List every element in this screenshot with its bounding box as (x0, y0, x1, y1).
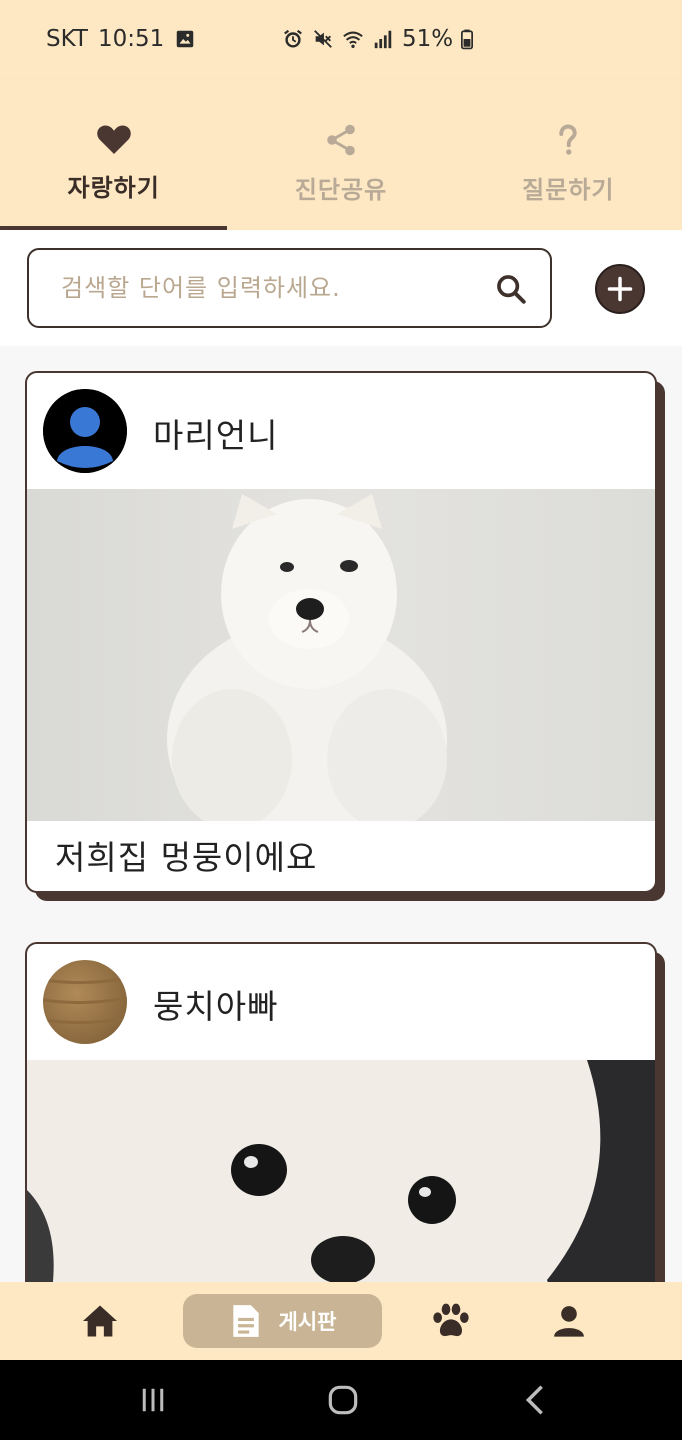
back-button[interactable] (520, 1382, 550, 1418)
post-header: 뭉치아빠 (27, 944, 655, 1060)
share-icon (327, 124, 355, 156)
wifi-icon (343, 31, 363, 48)
search-box (27, 248, 552, 328)
bottom-nav: 게시판 (0, 1282, 682, 1360)
mute-icon (314, 30, 332, 48)
post-card-body[interactable]: 뭉치아빠 (25, 942, 657, 1282)
tab-label: 자랑하기 (67, 174, 160, 202)
user-avatar-icon (43, 389, 127, 473)
clock-text: 10:51 (97, 26, 165, 52)
post-card-body[interactable]: 마리언니 저희집 멍뭉이에요 (25, 371, 657, 893)
tab-ask-question[interactable]: 질문하기 (455, 80, 682, 230)
post-photo[interactable] (27, 489, 655, 821)
add-post-button[interactable] (595, 264, 645, 314)
tab-label: 진단공유 (294, 176, 388, 204)
paw-icon (433, 1303, 469, 1337)
gallery-notification-icon (177, 30, 194, 48)
home-circle-icon (328, 1385, 358, 1415)
alarm-icon (284, 29, 302, 48)
recent-apps-icon (142, 1388, 164, 1412)
post-card[interactable]: 마리언니 저희집 멍뭉이에요 (25, 371, 665, 901)
plus-icon (607, 276, 633, 302)
nav-pets[interactable] (428, 1294, 474, 1348)
signal-icon (374, 30, 392, 49)
tab-label: 질문하기 (522, 176, 615, 204)
post-card[interactable]: 뭉치아빠 (25, 942, 665, 1282)
document-icon (232, 1305, 259, 1337)
home-system-button[interactable] (325, 1382, 361, 1418)
post-feed[interactable]: 마리언니 저희집 멍뭉이에요 뭉치아빠 (0, 346, 682, 1282)
nav-profile[interactable] (548, 1294, 590, 1348)
post-header: 마리언니 (27, 373, 655, 489)
back-chevron-icon (525, 1385, 543, 1415)
avatar[interactable] (43, 389, 127, 473)
search-icon[interactable] (494, 272, 528, 306)
nav-board-label: 게시판 (278, 1310, 337, 1334)
nav-home[interactable] (75, 1294, 125, 1348)
battery-icon (461, 29, 474, 50)
top-tab-bar: 자랑하기 진단공유 질문하기 (0, 80, 682, 230)
post-caption: 저희집 멍뭉이에요 (55, 838, 318, 877)
tab-diagnosis-share[interactable]: 진단공유 (227, 80, 454, 230)
post-author[interactable]: 마리언니 (153, 409, 278, 457)
home-icon (83, 1305, 117, 1337)
wood-avatar-icon (43, 976, 127, 1025)
search-area (0, 230, 682, 346)
post-photo[interactable] (27, 1060, 655, 1282)
pomeranian-photo (27, 1060, 655, 1282)
recent-apps-button[interactable] (134, 1382, 172, 1418)
person-icon (554, 1306, 584, 1337)
battery-percent: 51% (402, 26, 454, 52)
status-right: 51% (282, 26, 474, 52)
status-left: SKT 10:51 (46, 26, 196, 52)
avatar[interactable] (43, 960, 127, 1044)
status-bar: SKT 10:51 51% (0, 0, 682, 80)
puppy-photo (167, 494, 447, 821)
nav-board[interactable]: 게시판 (183, 1294, 382, 1348)
carrier-text: SKT (46, 26, 88, 52)
question-icon (559, 124, 578, 155)
tab-show-off[interactable]: 자랑하기 (0, 80, 228, 230)
heart-icon (96, 125, 131, 154)
search-input[interactable] (61, 270, 481, 306)
system-nav-bar (0, 1360, 682, 1440)
post-author[interactable]: 뭉치아빠 (153, 980, 278, 1028)
